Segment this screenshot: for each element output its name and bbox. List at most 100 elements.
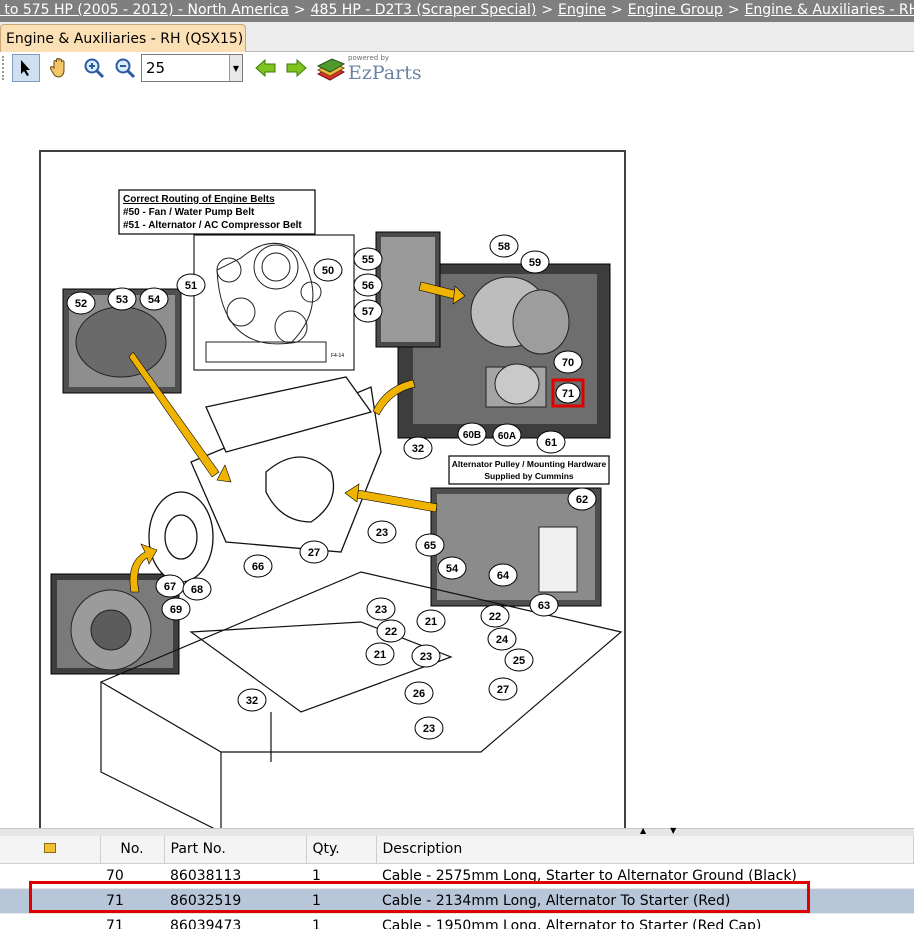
- svg-text:61: 61: [545, 437, 557, 449]
- svg-text:26: 26: [413, 688, 425, 700]
- callout-60B: 60B: [457, 422, 487, 446]
- callout-22-a: 22: [376, 619, 406, 643]
- svg-text:23: 23: [375, 604, 387, 616]
- callout-50: 50: [313, 258, 343, 282]
- svg-text:52: 52: [75, 298, 87, 310]
- row-cart-cell[interactable]: [0, 913, 100, 929]
- svg-text:64: 64: [497, 570, 510, 582]
- arrow-pointer-icon: [21, 60, 30, 76]
- tab-engine-auxiliaries[interactable]: Engine & Auxiliaries - RH (QSX15): [0, 24, 246, 52]
- cart-icon: [43, 843, 56, 854]
- row-no: 70: [100, 863, 164, 889]
- column-header-description[interactable]: Description: [376, 836, 914, 864]
- parts-list: No. Part No. Qty. Description 70 8603811…: [0, 836, 914, 929]
- svg-text:21: 21: [374, 649, 386, 661]
- callout-27-a: 27: [299, 540, 329, 564]
- powered-by-label: powered by: [348, 54, 390, 62]
- back-arrow-icon: [255, 58, 276, 78]
- callout-53: 53: [107, 287, 137, 311]
- svg-text:57: 57: [362, 306, 374, 318]
- row-cart-cell[interactable]: [0, 888, 100, 914]
- callout-69: 69: [161, 597, 191, 621]
- breadcrumb-link-engine[interactable]: Engine: [558, 2, 606, 18]
- callout-52: 52: [66, 291, 96, 315]
- svg-text:58: 58: [498, 241, 510, 253]
- row-part-no: 86038113: [164, 863, 306, 889]
- table-row-selected[interactable]: 71 86032519 1 Cable - 2134mm Long, Alter…: [0, 888, 914, 914]
- svg-text:32: 32: [246, 695, 258, 707]
- zoom-out-icon: [115, 58, 136, 79]
- svg-text:56: 56: [362, 280, 374, 292]
- svg-text:27: 27: [308, 547, 320, 559]
- callout-65: 65: [415, 533, 445, 557]
- svg-text:32: 32: [412, 443, 424, 455]
- svg-text:51: 51: [185, 280, 197, 292]
- svg-text:70: 70: [562, 357, 574, 369]
- svg-text:65: 65: [424, 540, 436, 552]
- callout-25: 25: [504, 648, 534, 672]
- row-cart-cell[interactable]: [0, 863, 100, 889]
- row-no: 71: [100, 913, 164, 929]
- callout-21-a: 21: [365, 642, 395, 666]
- zoom-in-icon: [84, 58, 105, 79]
- row-description: Cable - 1950mm Long, Alternator to Start…: [376, 913, 914, 929]
- callout-64: 64: [488, 563, 518, 587]
- svg-text:66: 66: [252, 561, 264, 573]
- svg-text:25: 25: [513, 655, 525, 667]
- back-button[interactable]: [252, 54, 280, 82]
- row-no: 71: [100, 888, 164, 914]
- pan-tool-button[interactable]: [45, 54, 73, 82]
- zoom-level-select[interactable]: ▼: [141, 54, 243, 82]
- breadcrumb-link-variant[interactable]: 485 HP - D2T3 (Scraper Special): [311, 2, 537, 18]
- svg-text:21: 21: [425, 616, 437, 628]
- column-header-no[interactable]: No.: [100, 836, 165, 864]
- forward-arrow-icon: [286, 58, 307, 78]
- alternator-note-line2: Supplied by Cummins: [484, 471, 574, 481]
- callout-71: 71: [555, 382, 581, 404]
- table-row[interactable]: 71 86039473 1 Cable - 1950mm Long, Alter…: [0, 913, 914, 929]
- row-qty: 1: [306, 913, 376, 929]
- forward-button[interactable]: [282, 54, 310, 82]
- svg-text:22: 22: [489, 611, 501, 623]
- routing-title: Correct Routing of Engine Belts: [123, 194, 275, 205]
- breadcrumb-link-engine-group[interactable]: Engine Group: [628, 2, 723, 18]
- callout-51: 51: [176, 273, 206, 297]
- select-tool-button[interactable]: [12, 54, 40, 82]
- callout-54: 54: [139, 287, 169, 311]
- zoom-in-button[interactable]: [80, 54, 108, 82]
- callout-56: 56: [353, 273, 383, 297]
- breadcrumb-link-model[interactable]: l to 575 HP (2005 - 2012) - North Americ…: [0, 2, 289, 18]
- svg-text:50: 50: [322, 265, 334, 277]
- column-header-qty[interactable]: Qty.: [306, 836, 377, 864]
- svg-text:23: 23: [420, 651, 432, 663]
- column-header-cart[interactable]: [0, 836, 101, 864]
- ezparts-logo: powered by EzParts: [316, 54, 426, 86]
- column-header-part-no[interactable]: Part No.: [164, 836, 307, 864]
- tab-strip: Engine & Auxiliaries - RH (QSX15): [0, 22, 914, 52]
- row-description: Cable - 2134mm Long, Alternator To Start…: [376, 888, 914, 914]
- callout-66: 66: [243, 554, 273, 578]
- svg-text:24: 24: [496, 634, 509, 646]
- callout-67: 67: [155, 574, 185, 598]
- table-row[interactable]: 70 86038113 1 Cable - 2575mm Long, Start…: [0, 863, 914, 889]
- callout-32-top: 32: [403, 436, 433, 460]
- zoom-level-input[interactable]: [142, 55, 230, 81]
- svg-text:62: 62: [576, 494, 588, 506]
- pane-splitter[interactable]: ▲▼: [0, 826, 914, 836]
- chevron-down-icon[interactable]: ▼: [229, 55, 242, 81]
- callout-23-a: 23: [367, 520, 397, 544]
- callout-54-lower: 54: [437, 556, 467, 580]
- svg-text:55: 55: [362, 254, 374, 266]
- parts-diagram[interactable]: Correct Routing of Engine Belts #50 - Fa…: [39, 150, 626, 835]
- breadcrumb-link-engine-auxiliaries[interactable]: Engine & Auxiliaries - RH: [745, 2, 914, 18]
- callout-22-b: 22: [480, 604, 510, 628]
- toolbar-grip: [2, 56, 8, 80]
- breadcrumb-separator: >: [611, 2, 623, 18]
- callout-58: 58: [489, 234, 519, 258]
- splitter-arrows-icon[interactable]: ▲▼: [640, 826, 700, 835]
- zoom-out-button[interactable]: [111, 54, 139, 82]
- callout-23-b: 23: [366, 597, 396, 621]
- svg-text:69: 69: [170, 604, 182, 616]
- row-qty: 1: [306, 863, 376, 889]
- callout-26: 26: [404, 681, 434, 705]
